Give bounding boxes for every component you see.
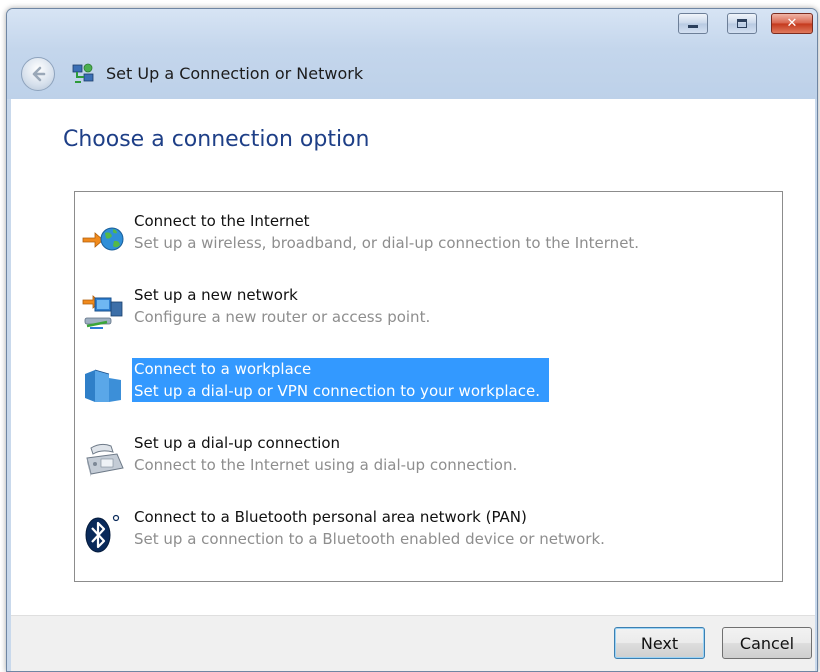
- workplace-building-icon: [85, 369, 121, 402]
- option-description: Set up a connection to a Bluetooth enabl…: [134, 530, 605, 548]
- title-bar[interactable]: ✕ Set Up a Connection or Network: [7, 9, 817, 99]
- dialup-phone-icon: [86, 443, 124, 477]
- option-title: Set up a new network: [134, 286, 298, 304]
- network-setup-icon: [72, 63, 94, 83]
- option-description: Set up a dial-up or VPN connection to yo…: [132, 380, 549, 402]
- option-connect-workplace[interactable]: Connect to a workplace Set up a dial-up …: [80, 358, 780, 408]
- option-description: Configure a new router or access point.: [134, 308, 431, 326]
- next-button[interactable]: Next: [614, 627, 705, 659]
- cancel-button[interactable]: Cancel: [722, 627, 812, 659]
- option-new-network[interactable]: Set up a new network Configure a new rou…: [80, 284, 780, 334]
- option-description: Connect to the Internet using a dial-up …: [134, 456, 518, 474]
- option-title: Set up a dial-up connection: [134, 434, 341, 452]
- maximize-icon: [737, 19, 747, 28]
- footer-bar: Next Cancel: [11, 615, 815, 671]
- option-description: Set up a wireless, broadband, or dial-up…: [134, 234, 640, 252]
- option-connect-internet[interactable]: Connect to the Internet Set up a wireles…: [80, 210, 780, 260]
- option-title: Connect to a Bluetooth personal area net…: [134, 508, 527, 526]
- back-button[interactable]: [21, 57, 55, 91]
- dialog-window: ✕ Set Up a Connection or Network Choose …: [6, 8, 818, 672]
- option-title: Connect to the Internet: [134, 212, 310, 230]
- close-icon: ✕: [786, 16, 798, 31]
- new-network-icon: [82, 295, 123, 329]
- minimize-icon: [688, 25, 698, 28]
- maximize-button[interactable]: [727, 13, 757, 34]
- connection-options-list[interactable]: Connect to the Internet Set up a wireles…: [74, 191, 783, 582]
- page-title: Choose a connection option: [63, 127, 370, 152]
- option-title: Connect to a workplace: [132, 358, 549, 380]
- window-title: Set Up a Connection or Network: [106, 64, 364, 83]
- option-dialup-connection[interactable]: Set up a dial-up connection Connect to t…: [80, 432, 780, 482]
- bluetooth-icon: [85, 514, 120, 553]
- back-arrow-icon: [32, 66, 46, 82]
- main-content: Choose a connection option Connect to th…: [11, 99, 815, 615]
- close-button[interactable]: ✕: [771, 13, 813, 34]
- internet-globe-icon: [82, 227, 124, 251]
- option-bluetooth-pan[interactable]: Connect to a Bluetooth personal area net…: [80, 506, 780, 556]
- minimize-button[interactable]: [678, 13, 708, 34]
